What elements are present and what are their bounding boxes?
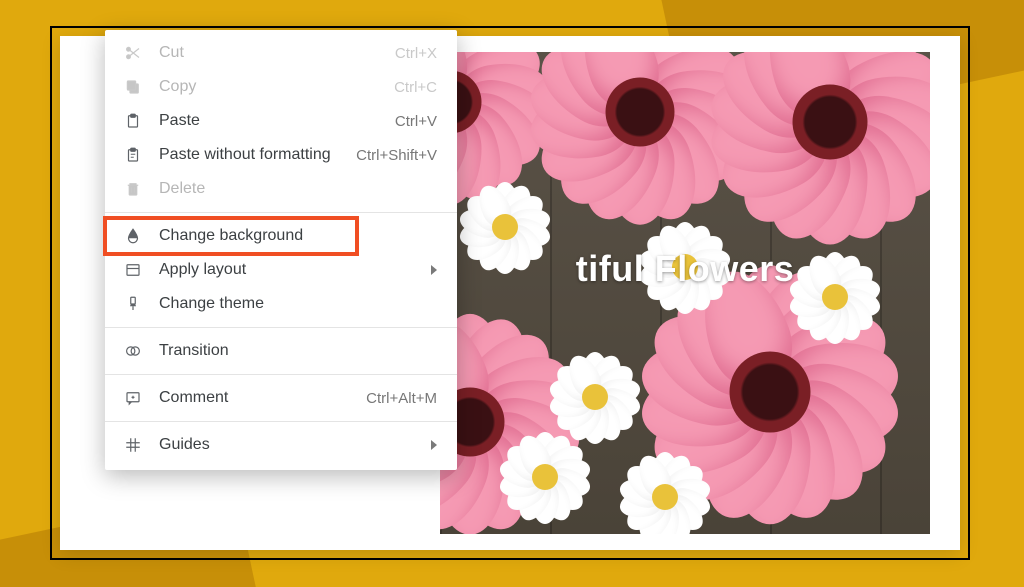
brush-icon bbox=[123, 294, 143, 314]
menu-item-shortcut: Ctrl+X bbox=[395, 45, 437, 62]
flower-white bbox=[500, 432, 590, 522]
menu-item-label: Guides bbox=[159, 436, 415, 454]
chevron-right-icon bbox=[431, 265, 437, 275]
menu-item-layout[interactable]: Apply layout bbox=[105, 253, 457, 287]
presentation-card: tiful Flowers Cut Ctrl+X Copy Ctrl+C Paste Ct… bbox=[60, 36, 960, 550]
menu-item-label: Change theme bbox=[159, 295, 437, 313]
menu-item-label: Transition bbox=[159, 342, 437, 360]
menu-item-delete: Delete bbox=[105, 172, 457, 206]
guides-icon bbox=[123, 435, 143, 455]
menu-item-label: Change background bbox=[159, 227, 437, 245]
menu-item-cut: Cut Ctrl+X bbox=[105, 36, 457, 70]
chevron-right-icon bbox=[431, 440, 437, 450]
menu-item-shortcut: Ctrl+C bbox=[394, 79, 437, 96]
menu-item-label: Comment bbox=[159, 389, 350, 407]
flower-white bbox=[550, 352, 640, 442]
menu-separator bbox=[105, 421, 457, 422]
menu-item-theme[interactable]: Change theme bbox=[105, 287, 457, 321]
menu-item-label: Delete bbox=[159, 180, 437, 198]
slide-image: tiful Flowers bbox=[440, 52, 930, 534]
menu-item-copy: Copy Ctrl+C bbox=[105, 70, 457, 104]
menu-item-label: Paste without formatting bbox=[159, 146, 340, 164]
flower-pink bbox=[718, 52, 931, 235]
flower-white bbox=[620, 452, 710, 534]
menu-item-label: Copy bbox=[159, 78, 378, 96]
trash-icon bbox=[123, 179, 143, 199]
menu-item-transition[interactable]: Transition bbox=[105, 334, 457, 368]
scissors-icon bbox=[123, 43, 143, 63]
comment-icon bbox=[123, 388, 143, 408]
clipboard-icon bbox=[123, 111, 143, 131]
menu-item-guides[interactable]: Guides bbox=[105, 428, 457, 462]
clipboard-plain-icon bbox=[123, 145, 143, 165]
menu-item-label: Cut bbox=[159, 44, 379, 62]
menu-item-shortcut: Ctrl+Shift+V bbox=[356, 147, 437, 164]
menu-separator bbox=[105, 374, 457, 375]
copy-icon bbox=[123, 77, 143, 97]
drop-icon bbox=[123, 226, 143, 246]
menu-item-label: Apply layout bbox=[159, 261, 415, 279]
menu-item-comment[interactable]: Comment Ctrl+Alt+M bbox=[105, 381, 457, 415]
menu-separator bbox=[105, 212, 457, 213]
context-menu: Cut Ctrl+X Copy Ctrl+C Paste Ctrl+V Paste with… bbox=[105, 30, 457, 470]
menu-item-change-bg[interactable]: Change background bbox=[105, 219, 457, 253]
menu-item-label: Paste bbox=[159, 112, 379, 130]
slide-title: tiful Flowers bbox=[440, 248, 930, 290]
menu-item-paste-nf[interactable]: Paste without formatting Ctrl+Shift+V bbox=[105, 138, 457, 172]
menu-item-shortcut: Ctrl+V bbox=[395, 113, 437, 130]
layout-icon bbox=[123, 260, 143, 280]
menu-item-paste[interactable]: Paste Ctrl+V bbox=[105, 104, 457, 138]
transition-icon bbox=[123, 341, 143, 361]
menu-item-shortcut: Ctrl+Alt+M bbox=[366, 390, 437, 407]
menu-separator bbox=[105, 327, 457, 328]
